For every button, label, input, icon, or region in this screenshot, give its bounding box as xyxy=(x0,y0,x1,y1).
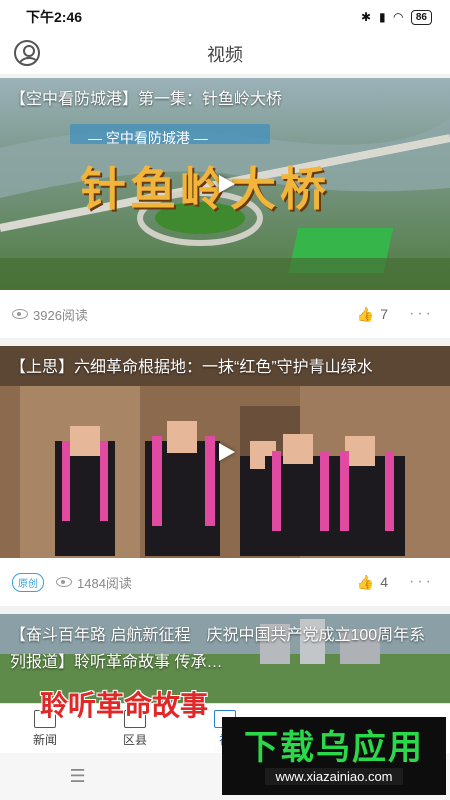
tab-label: 区县 xyxy=(122,733,147,747)
like-button[interactable]: 👍 4 xyxy=(357,574,388,591)
bluetooth-icon: ✱ xyxy=(360,10,372,24)
play-icon[interactable] xyxy=(219,443,235,461)
more-options-icon[interactable]: ··· xyxy=(409,305,434,323)
user-head-shape xyxy=(23,45,35,57)
video-overlay-headline: 聆听革命故事 xyxy=(40,690,209,721)
watermark-logo: 下载乌应用 www.xiazainiao.com xyxy=(222,717,446,795)
battery-indicator: 86 xyxy=(410,9,432,25)
user-shoulder-shape xyxy=(18,57,38,64)
status-time: 下午2:46 xyxy=(26,9,83,25)
more-options-icon[interactable]: ··· xyxy=(409,573,434,591)
view-count: 1484阅读 xyxy=(56,573,132,592)
app-header: 视频 xyxy=(0,34,450,74)
video-thumbnail[interactable]: 【上思】六细革命根据地：一抹“红色”守护青山绿水 xyxy=(0,346,450,558)
video-card[interactable]: 【上思】六细革命根据地：一抹“红色”守护青山绿水 原创 1484阅读 👍 4 ·… xyxy=(0,346,450,606)
original-badge: 原创 xyxy=(12,572,44,592)
eye-icon xyxy=(12,309,28,319)
video-card[interactable]: 【空中看防城港】第一集：针鱼岭大桥 — 空中看防城港 — 针鱼岭大桥 3926阅… xyxy=(0,78,450,338)
page-title: 视频 xyxy=(207,45,243,65)
video-title[interactable]: 【上思】六细革命根据地：一抹“红色”守护青山绿水 xyxy=(10,354,440,381)
view-count: 3926阅读 xyxy=(12,305,88,324)
like-count: 4 xyxy=(380,574,388,590)
menu-icon[interactable]: ☰ xyxy=(69,766,85,787)
video-overlay-headline: 针鱼岭大桥 xyxy=(80,162,330,216)
user-avatar-button[interactable] xyxy=(14,40,40,66)
watermark-title: 下载乌应用 xyxy=(244,728,424,767)
like-button[interactable]: 👍 7 xyxy=(357,306,388,323)
eye-icon xyxy=(56,577,72,587)
signal-icon: ▮ xyxy=(379,10,386,24)
status-icons: ✱ ▮ ◠ 86 xyxy=(360,9,432,25)
watermark-url: www.xiazainiao.com xyxy=(265,767,403,785)
thumbs-up-icon[interactable]: 👍 xyxy=(357,306,374,323)
video-meta-row: 3926阅读 👍 7 ··· xyxy=(0,290,450,338)
video-meta-row: 原创 1484阅读 👍 4 ··· xyxy=(0,558,450,606)
video-thumbnail[interactable]: 【空中看防城港】第一集：针鱼岭大桥 — 空中看防城港 — 针鱼岭大桥 xyxy=(0,78,450,290)
video-title[interactable]: 【奋斗百年路 启航新征程 庆祝中国共产党成立100周年系列报道】聆听革命故事 传… xyxy=(10,622,440,676)
view-count-text: 3926阅读 xyxy=(33,307,88,323)
status-bar: 下午2:46 ✱ ▮ ◠ 86 xyxy=(0,0,450,34)
video-feed[interactable]: 【空中看防城港】第一集：针鱼岭大桥 — 空中看防城港 — 针鱼岭大桥 3926阅… xyxy=(0,78,450,732)
video-title[interactable]: 【空中看防城港】第一集：针鱼岭大桥 xyxy=(10,86,440,113)
play-icon[interactable] xyxy=(219,175,235,193)
view-count-text: 1484阅读 xyxy=(77,575,132,591)
like-count: 7 xyxy=(380,306,388,322)
wifi-icon: ◠ xyxy=(393,10,403,24)
thumbs-up-icon[interactable]: 👍 xyxy=(357,574,374,591)
video-overlay-subtitle: — 空中看防城港 — xyxy=(88,130,208,146)
tab-label: 新闻 xyxy=(32,733,57,747)
